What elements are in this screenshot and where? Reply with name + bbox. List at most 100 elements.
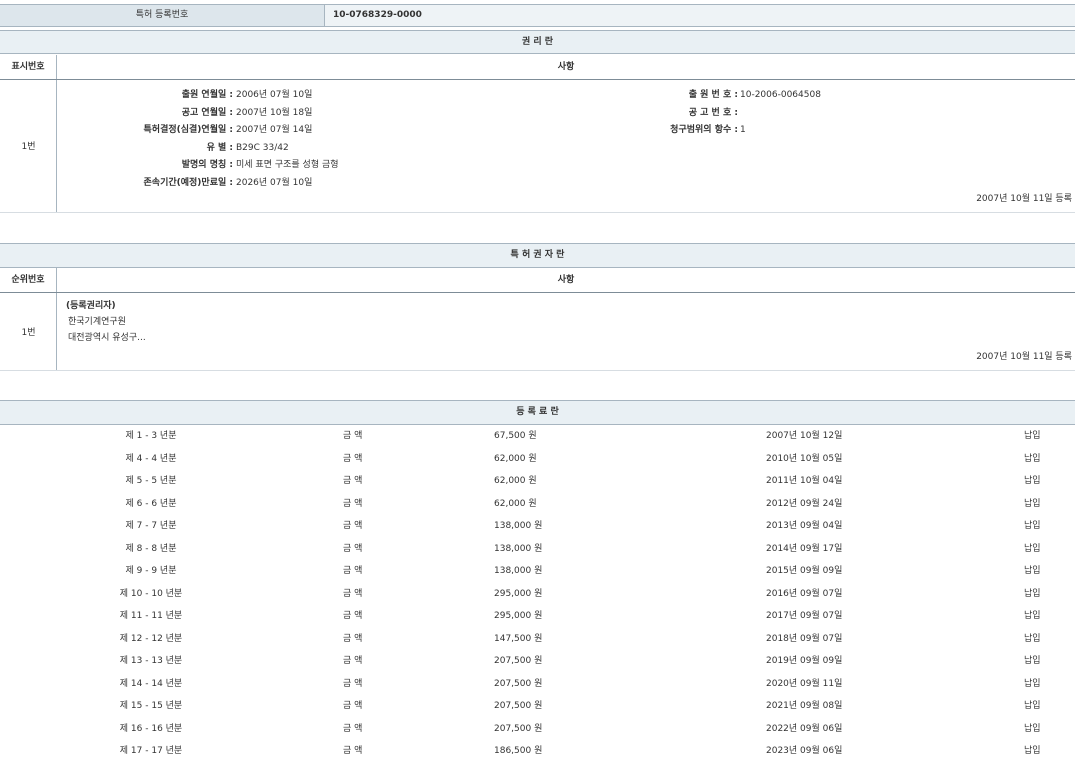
fee-amount-label: 금 액 (343, 560, 362, 583)
fee-amount: 295,000 원 (494, 605, 542, 628)
fee-row: 제 5 - 5 년분 금 액 62,000 원 2011년 10월 04일 납입 (0, 470, 1075, 493)
fee-status: 납입 (1024, 425, 1041, 448)
rights-col-details: 사항 (57, 55, 1075, 79)
fee-paid-date: 2013년 09월 04일 (766, 515, 842, 538)
fee-period: 제 14 - 14 년분 (0, 673, 302, 696)
fee-amount: 186,500 원 (494, 740, 542, 763)
fee-period: 제 7 - 7 년분 (0, 515, 302, 538)
detail-value: 10-2006-0064508 (740, 87, 821, 105)
detail-value: 2007년 10월 18일 (236, 105, 312, 123)
rights-row: 1번 출원 연월일 : 2006년 07월 10일 공고 연월일 : 2007년… (0, 80, 1075, 213)
fee-paid-date: 2022년 09월 06일 (766, 718, 842, 741)
fee-period: 제 10 - 10 년분 (0, 583, 302, 606)
rights-left-details: 출원 연월일 : 2006년 07월 10일 공고 연월일 : 2007년 10… (60, 87, 560, 192)
fee-amount: 62,000 원 (494, 470, 537, 493)
fee-status: 납입 (1024, 470, 1041, 493)
fee-amount-label: 금 액 (343, 425, 362, 448)
fee-row: 제 9 - 9 년분 금 액 138,000 원 2015년 09월 09일 납… (0, 560, 1075, 583)
fee-amount: 207,500 원 (494, 650, 542, 673)
fee-row: 제 4 - 4 년분 금 액 62,000 원 2010년 10월 05일 납입 (0, 448, 1075, 471)
fee-status: 납입 (1024, 560, 1041, 583)
detail-label: 발명의 명칭 : (60, 157, 233, 175)
fees-section-title: 등 록 료 란 (0, 400, 1075, 425)
fee-period: 제 5 - 5 년분 (0, 470, 302, 493)
fee-period: 제 1 - 3 년분 (0, 425, 302, 448)
detail-label: 존속기간(예정)만료일 : (60, 175, 233, 193)
detail-invention-title: 발명의 명칭 : 미세 표면 구조를 성형 금형 (60, 157, 560, 175)
rights-row-number: 1번 (0, 139, 57, 152)
fee-status: 납입 (1024, 583, 1041, 606)
fee-paid-date: 2021년 09월 08일 (766, 695, 842, 718)
fee-paid-date: 2010년 10월 05일 (766, 448, 842, 471)
detail-decision-date: 특허결정(심결)연월일 : 2007년 07월 14일 (60, 122, 560, 140)
fee-amount-label: 금 액 (343, 605, 362, 628)
detail-publication-number: 공 고 번 호 : (560, 105, 1060, 123)
fee-status: 납입 (1024, 605, 1041, 628)
fee-period: 제 16 - 16 년분 (0, 718, 302, 741)
fee-row: 제 17 - 17 년분 금 액 186,500 원 2023년 09월 06일… (0, 740, 1075, 763)
detail-label: 특허결정(심결)연월일 : (60, 122, 233, 140)
holders-row-number: 1번 (0, 325, 57, 338)
detail-filing-date: 출원 연월일 : 2006년 07월 10일 (60, 87, 560, 105)
fee-status: 납입 (1024, 515, 1041, 538)
fee-period: 제 15 - 15 년분 (0, 695, 302, 718)
detail-label: 공 고 번 호 : (560, 105, 738, 123)
fee-row: 제 8 - 8 년분 금 액 138,000 원 2014년 09월 17일 납… (0, 538, 1075, 561)
detail-classification: 유 별 : B29C 33/42 (60, 140, 560, 158)
fee-amount-label: 금 액 (343, 448, 362, 471)
detail-application-number: 출 원 번 호 : 10-2006-0064508 (560, 87, 1060, 105)
fee-amount: 138,000 원 (494, 515, 542, 538)
fee-period: 제 11 - 11 년분 (0, 605, 302, 628)
fee-status: 납입 (1024, 628, 1041, 651)
holders-row: 1번 (등록권리자) 한국기계연구원 대전광역시 유성구... 2007년 10… (0, 293, 1075, 371)
fee-amount-label: 금 액 (343, 673, 362, 696)
holders-section-title: 특 허 권 자 란 (0, 243, 1075, 268)
fee-period: 제 17 - 17 년분 (0, 740, 302, 763)
fee-amount: 207,500 원 (494, 718, 542, 741)
holder-address: 대전광역시 유성구... (68, 331, 146, 345)
fee-paid-date: 2014년 09월 17일 (766, 538, 842, 561)
fee-period: 제 6 - 6 년분 (0, 493, 302, 516)
fee-paid-date: 2018년 09월 07일 (766, 628, 842, 651)
fee-amount-label: 금 액 (343, 718, 362, 741)
fee-amount-label: 금 액 (343, 650, 362, 673)
detail-claims-count: 청구범위의 항수 : 1 (560, 122, 1060, 140)
fee-status: 납입 (1024, 538, 1041, 561)
rights-col-number: 표시번호 (0, 55, 57, 79)
detail-value: 2007년 07월 14일 (236, 122, 312, 140)
holders-title-text: 특 허 권 자 란 (511, 250, 565, 260)
holders-registration-stamp: 2007년 10월 11일 등록 (976, 349, 1072, 362)
fee-row: 제 11 - 11 년분 금 액 295,000 원 2017년 09월 07일… (0, 605, 1075, 628)
detail-value: 미세 표면 구조를 성형 금형 (236, 157, 339, 175)
fee-row: 제 14 - 14 년분 금 액 207,500 원 2020년 09월 11일… (0, 673, 1075, 696)
fee-amount-label: 금 액 (343, 515, 362, 538)
holders-table-header: 순위번호 사항 (0, 268, 1075, 293)
fee-amount: 295,000 원 (494, 583, 542, 606)
fee-paid-date: 2016년 09월 07일 (766, 583, 842, 606)
fee-amount-label: 금 액 (343, 493, 362, 516)
fee-amount-label: 금 액 (343, 628, 362, 651)
rights-row-number-cell: 1번 (0, 80, 57, 212)
fee-row: 제 13 - 13 년분 금 액 207,500 원 2019년 09월 09일… (0, 650, 1075, 673)
holder-name: 한국기계연구원 (68, 315, 126, 329)
detail-label: 청구범위의 항수 : (560, 122, 738, 140)
fee-period: 제 8 - 8 년분 (0, 538, 302, 561)
rights-title-text: 권 리 란 (522, 37, 553, 47)
fee-paid-date: 2019년 09월 09일 (766, 650, 842, 673)
detail-value: 2026년 07월 10일 (236, 175, 312, 193)
fee-status: 납입 (1024, 493, 1041, 516)
fee-row: 제 1 - 3 년분 금 액 67,500 원 2007년 10월 12일 납입 (0, 425, 1075, 448)
fee-amount-label: 금 액 (343, 583, 362, 606)
fee-amount: 62,000 원 (494, 493, 537, 516)
fees-title-text: 등 록 료 란 (516, 407, 559, 417)
fee-amount-label: 금 액 (343, 695, 362, 718)
detail-expiry-date: 존속기간(예정)만료일 : 2026년 07월 10일 (60, 175, 560, 193)
holders-col-rank: 순위번호 (0, 268, 57, 292)
fee-row: 제 7 - 7 년분 금 액 138,000 원 2013년 09월 04일 납… (0, 515, 1075, 538)
fee-amount: 62,000 원 (494, 448, 537, 471)
fee-paid-date: 2023년 09월 06일 (766, 740, 842, 763)
fee-paid-date: 2020년 09월 11일 (766, 673, 842, 696)
fee-paid-date: 2007년 10월 12일 (766, 425, 842, 448)
fee-paid-date: 2011년 10월 04일 (766, 470, 842, 493)
fee-paid-date: 2015년 09월 09일 (766, 560, 842, 583)
